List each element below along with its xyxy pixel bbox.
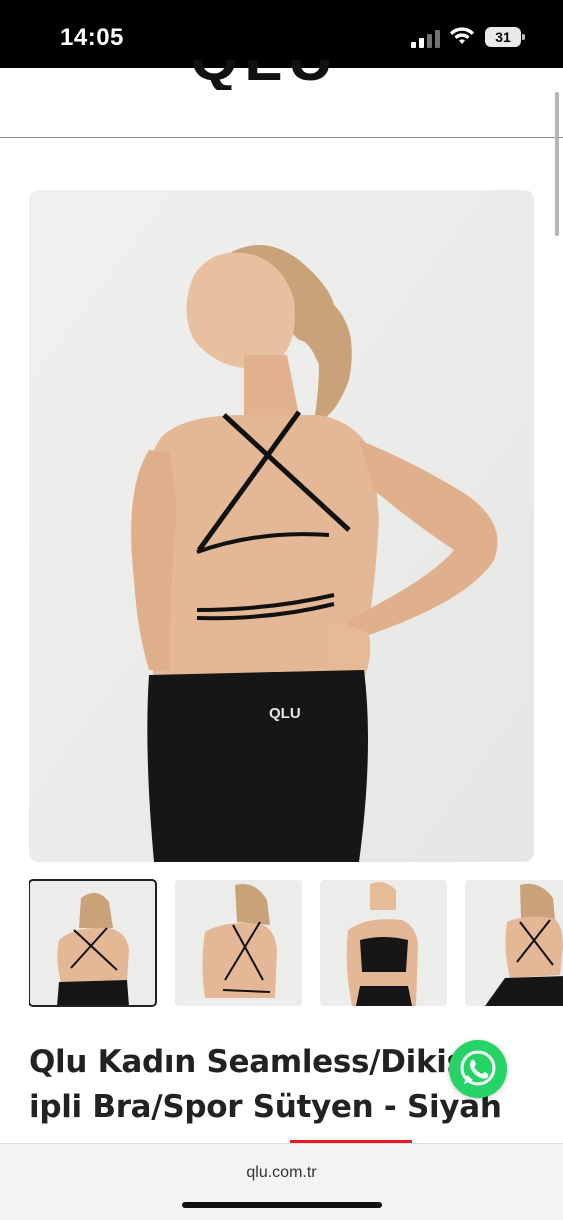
home-indicator <box>182 1202 382 1208</box>
thumbnail-3[interactable] <box>320 880 447 1006</box>
wifi-icon <box>450 27 474 44</box>
thumbnail-4-image <box>465 880 563 1006</box>
product-title: Qlu Kadın Seamless/Dikiş ipli Bra/Spor S… <box>29 1040 519 1130</box>
thumbnail-3-image <box>320 880 447 1006</box>
battery-icon: 31 <box>485 27 525 47</box>
model-back-view-illustration: QLU <box>29 190 534 862</box>
whatsapp-chat-button[interactable] <box>449 1040 507 1098</box>
status-bar: 14:05 31 <box>0 0 563 68</box>
thumbnail-4[interactable] <box>465 880 563 1006</box>
thumbnail-gallery[interactable] <box>29 878 563 1008</box>
product-title-line-1: Qlu Kadın Seamless/Dikiş <box>29 1044 465 1080</box>
whatsapp-icon <box>460 1050 496 1086</box>
page-scrollbar[interactable] <box>555 92 559 236</box>
browser-address-bar[interactable]: qlu.com.tr <box>0 1143 563 1220</box>
thumbnail-2-image <box>175 880 302 1006</box>
thumbnail-1-image <box>29 880 156 1006</box>
thumbnail-2[interactable] <box>175 880 302 1006</box>
site-logo[interactable]: QLU <box>190 60 370 90</box>
product-main-image[interactable]: QLU <box>29 190 534 862</box>
product-title-line-2: ipli Bra/Spor Sütyen - Siyah <box>29 1089 502 1125</box>
url-text[interactable]: qlu.com.tr <box>0 1164 563 1182</box>
header-divider <box>0 137 563 138</box>
waistband-logo: QLU <box>269 705 301 722</box>
status-time: 14:05 <box>60 24 124 51</box>
thumbnail-1[interactable] <box>29 879 157 1007</box>
cellular-signal-icon <box>411 30 441 48</box>
